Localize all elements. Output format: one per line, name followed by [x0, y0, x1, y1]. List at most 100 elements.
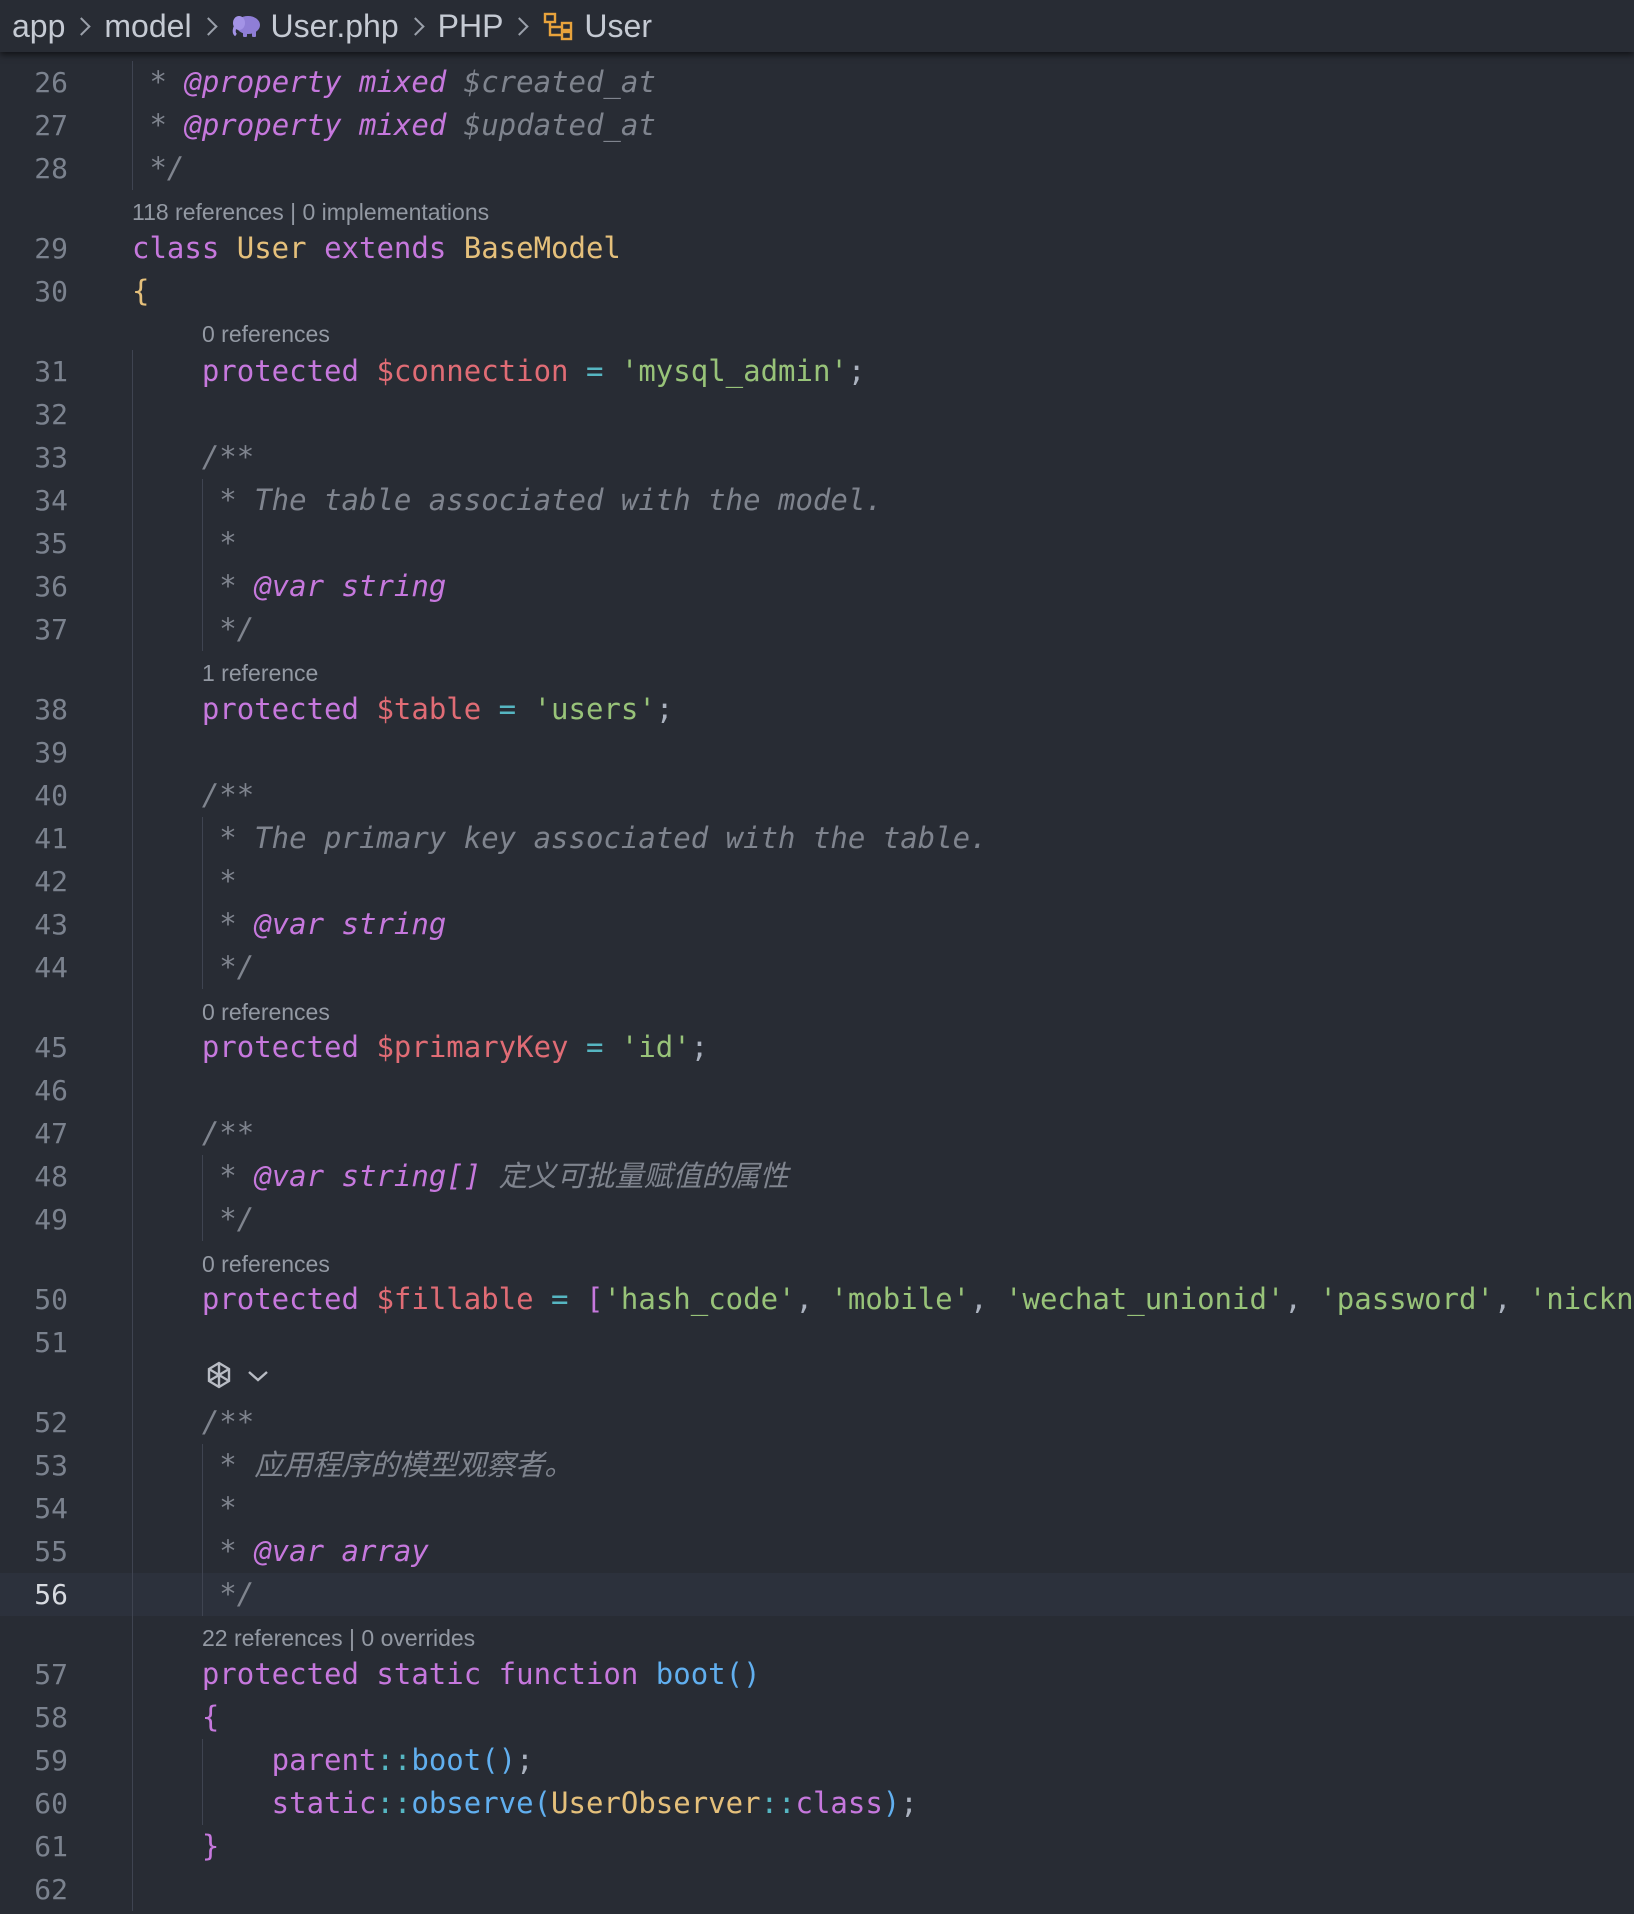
code-line[interactable]: 38 protected $table = 'users'; — [0, 688, 1634, 731]
breadcrumb-item-file[interactable]: User.php — [271, 8, 399, 45]
line-number[interactable]: 47 — [0, 1112, 68, 1155]
line-number[interactable]: 40 — [0, 774, 68, 817]
code-token: 'mobile' — [830, 1282, 971, 1316]
line-number[interactable]: 48 — [0, 1155, 68, 1198]
line-number[interactable]: 62 — [0, 1868, 68, 1911]
code-line[interactable]: 47 /** — [0, 1112, 1634, 1155]
line-number[interactable]: 26 — [0, 61, 68, 104]
breadcrumb-item-symbol[interactable]: User — [584, 8, 652, 45]
line-number[interactable]: 43 — [0, 903, 68, 946]
code-token: extends — [306, 231, 464, 265]
code-line[interactable]: 58 { — [0, 1696, 1634, 1739]
line-number[interactable]: 55 — [0, 1530, 68, 1573]
breadcrumb-item-model[interactable]: model — [104, 8, 191, 45]
code-line[interactable]: 34 * The table associated with the model… — [0, 479, 1634, 522]
ai-action-widget[interactable] — [202, 1359, 270, 1393]
code-line[interactable]: 40 /** — [0, 774, 1634, 817]
code-line[interactable]: 54 * — [0, 1487, 1634, 1530]
code-token: */ — [132, 950, 255, 984]
code-token: $fillable — [376, 1282, 534, 1316]
code-token: boot — [655, 1657, 726, 1691]
line-number[interactable]: 44 — [0, 946, 68, 989]
line-number[interactable]: 46 — [0, 1069, 68, 1112]
code-lens-fillable[interactable]: 0 references — [202, 1246, 330, 1282]
line-number[interactable]: 58 — [0, 1696, 68, 1739]
code-line[interactable]: 30 { — [0, 270, 1634, 313]
code-text: } — [132, 1825, 219, 1868]
line-number[interactable]: 39 — [0, 731, 68, 774]
line-number[interactable]: 27 — [0, 104, 68, 147]
code-text: /** — [132, 1112, 254, 1155]
line-number[interactable]: 37 — [0, 608, 68, 651]
line-number[interactable]: 29 — [0, 227, 68, 270]
line-number[interactable]: 38 — [0, 688, 68, 731]
code-line[interactable]: 52 /** — [0, 1401, 1634, 1444]
line-number[interactable]: 32 — [0, 393, 68, 436]
code-line[interactable]: 50 protected $fillable = ['hash_code', '… — [0, 1278, 1634, 1321]
code-line[interactable]: 39 — [0, 731, 1634, 774]
code-lens-boot[interactable]: 22 references | 0 overrides — [202, 1620, 475, 1656]
code-line[interactable]: 60 static::observe(UserObserver::class); — [0, 1782, 1634, 1825]
line-number[interactable]: 54 — [0, 1487, 68, 1530]
code-line[interactable]: 27 * @property mixed $updated_at — [0, 104, 1634, 147]
code-line[interactable]: 51 — [0, 1321, 1634, 1364]
code-line[interactable]: 31 protected $connection = 'mysql_admin'… — [0, 350, 1634, 393]
openai-logo-icon[interactable] — [202, 1359, 236, 1393]
code-line[interactable]: 59 parent::boot(); — [0, 1739, 1634, 1782]
line-number[interactable]: 41 — [0, 817, 68, 860]
code-line[interactable]: 41 * The primary key associated with the… — [0, 817, 1634, 860]
code-line[interactable]: 42 * — [0, 860, 1634, 903]
chevron-right-icon — [510, 16, 530, 36]
code-line[interactable]: 26 * @property mixed $created_at — [0, 61, 1634, 104]
code-line[interactable]: 45 protected $primaryKey = 'id'; — [0, 1026, 1634, 1069]
code-line[interactable]: 61 } — [0, 1825, 1634, 1868]
line-number[interactable]: 42 — [0, 860, 68, 903]
line-number[interactable]: 59 — [0, 1739, 68, 1782]
code-lens-table[interactable]: 1 reference — [202, 655, 318, 691]
line-number[interactable]: 61 — [0, 1825, 68, 1868]
code-line[interactable]: 29 class User extends BaseModel — [0, 227, 1634, 270]
code-lens-class[interactable]: 118 references | 0 implementations — [132, 194, 489, 230]
line-number[interactable]: 34 — [0, 479, 68, 522]
code-line[interactable]: 46 — [0, 1069, 1634, 1112]
code-line[interactable]: 37 */ — [0, 608, 1634, 651]
line-number[interactable]: 35 — [0, 522, 68, 565]
line-number[interactable]: 33 — [0, 436, 68, 479]
code-line[interactable]: 49 */ — [0, 1198, 1634, 1241]
line-number[interactable]: 52 — [0, 1401, 68, 1444]
code-line[interactable]: 57 protected static function boot() — [0, 1653, 1634, 1696]
code-line[interactable]: 48 * @var string[] 定义可批量赋值的属性 — [0, 1155, 1634, 1198]
line-number[interactable]: 53 — [0, 1444, 68, 1487]
code-line[interactable]: 33 /** — [0, 436, 1634, 479]
line-number[interactable]: 51 — [0, 1321, 68, 1364]
code-text: parent::boot(); — [132, 1739, 534, 1782]
code-lens-connection[interactable]: 0 references — [202, 316, 330, 352]
line-number[interactable]: 49 — [0, 1198, 68, 1241]
line-number[interactable]: 30 — [0, 270, 68, 313]
line-number[interactable]: 57 — [0, 1653, 68, 1696]
code-line[interactable]: 56 */ — [0, 1573, 1634, 1616]
code-line[interactable]: 53 * 应用程序的模型观察者。 — [0, 1444, 1634, 1487]
code-line[interactable]: 28 */ — [0, 147, 1634, 190]
line-number[interactable]: 36 — [0, 565, 68, 608]
code-line[interactable]: 62 — [0, 1868, 1634, 1911]
line-number[interactable]: 50 — [0, 1278, 68, 1321]
code-editor[interactable]: 118 references | 0 implementations 0 ref… — [0, 52, 1634, 1914]
breadcrumb-item-app[interactable]: app — [12, 8, 65, 45]
code-line[interactable]: 32 — [0, 393, 1634, 436]
code-line[interactable]: 35 * — [0, 522, 1634, 565]
line-number[interactable]: 31 — [0, 350, 68, 393]
code-token: [ — [585, 1282, 604, 1316]
code-line[interactable]: 44 */ — [0, 946, 1634, 989]
line-number[interactable]: 60 — [0, 1782, 68, 1825]
chevron-down-icon[interactable] — [246, 1368, 270, 1384]
line-number[interactable]: 45 — [0, 1026, 68, 1069]
line-number[interactable]: 56 — [0, 1573, 68, 1616]
breadcrumb-item-language[interactable]: PHP — [438, 8, 504, 45]
line-number[interactable]: 28 — [0, 147, 68, 190]
code-line[interactable]: 43 * @var string — [0, 903, 1634, 946]
code-line[interactable]: 55 * @var array — [0, 1530, 1634, 1573]
code-lens-primary-key[interactable]: 0 references — [202, 994, 330, 1030]
code-token: , — [970, 1282, 1006, 1316]
code-line[interactable]: 36 * @var string — [0, 565, 1634, 608]
